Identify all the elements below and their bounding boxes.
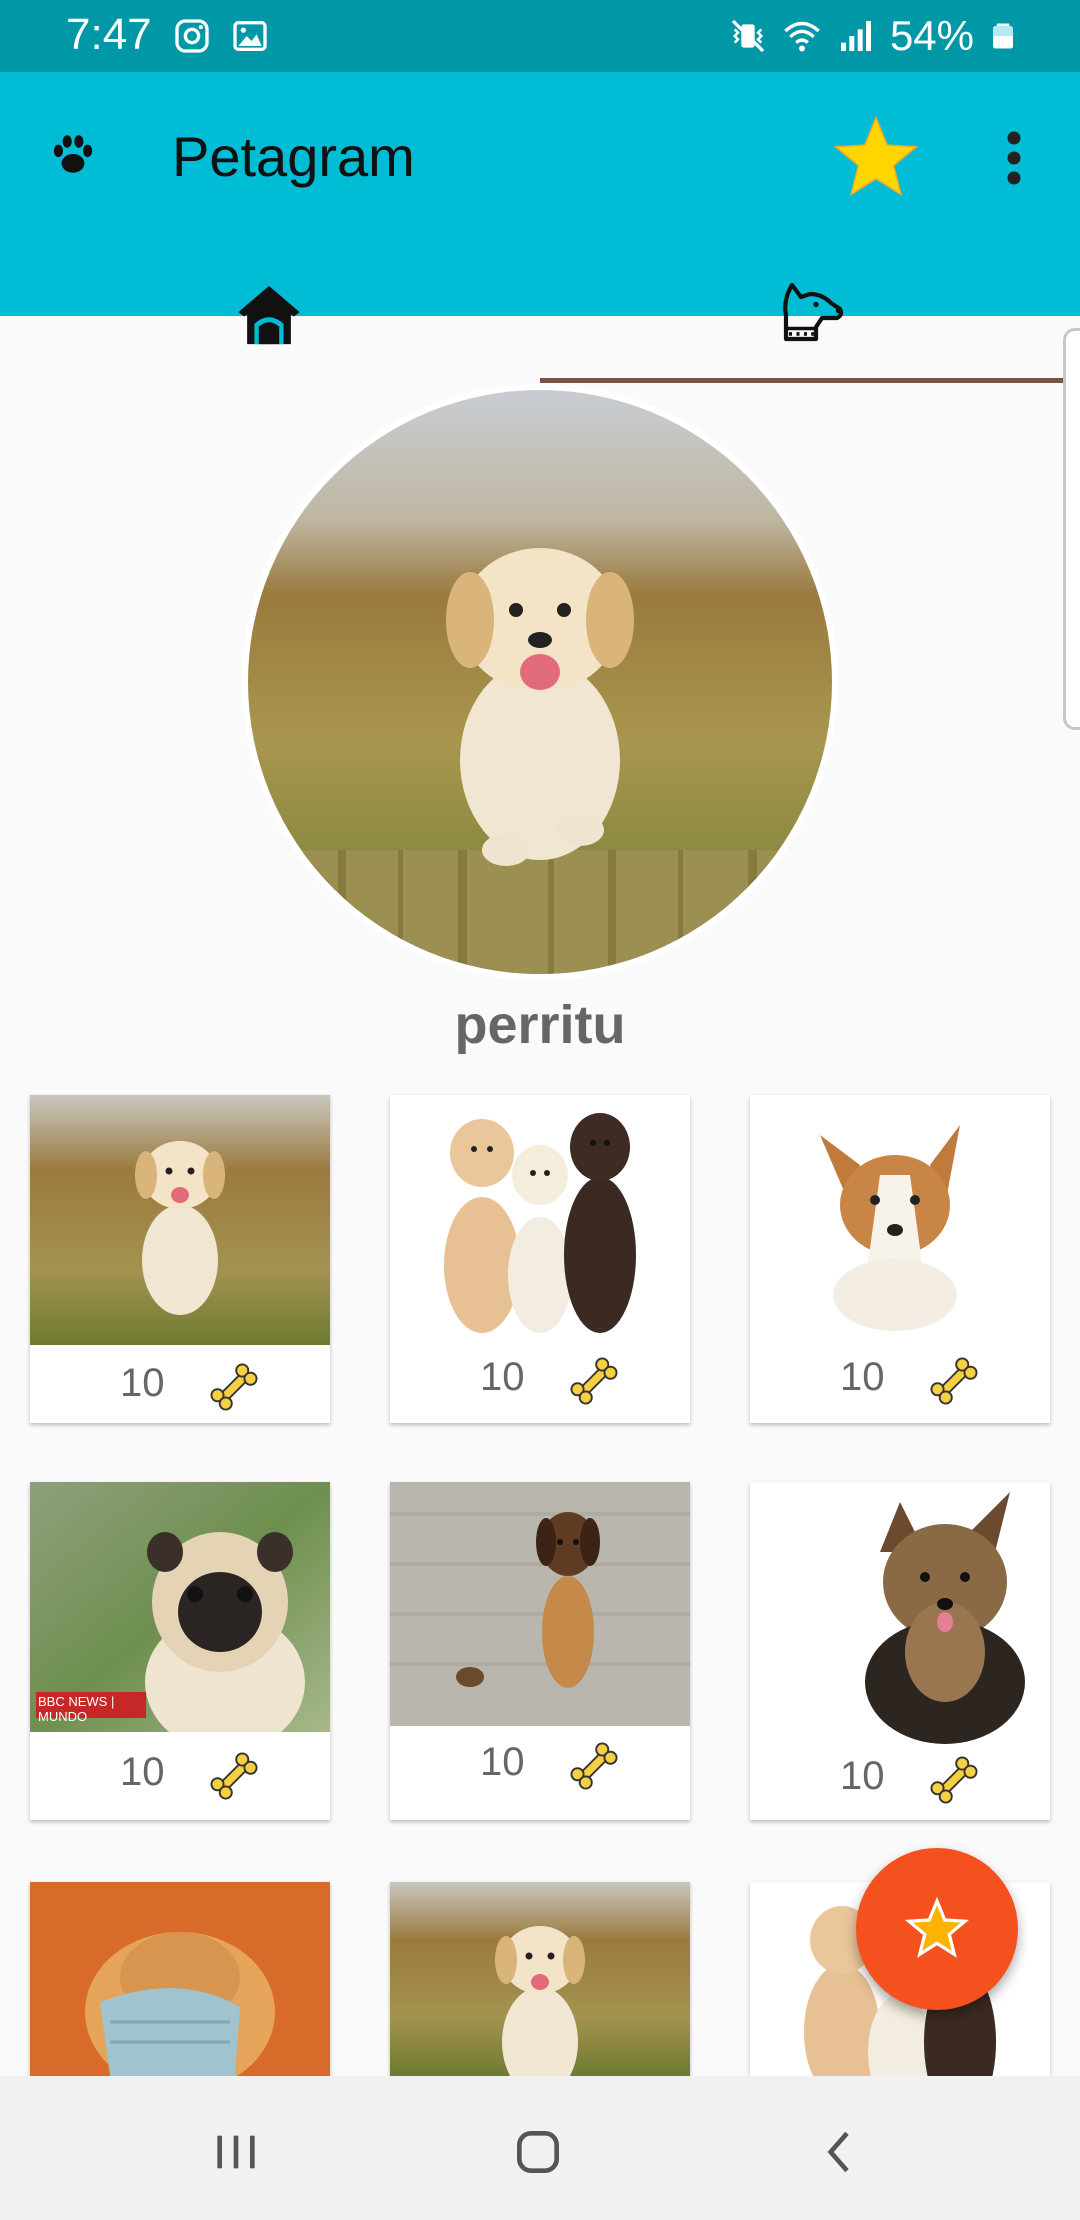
pet-photo bbox=[390, 1095, 690, 1335]
pet-card[interactable]: BBC NEWS | MUNDO 10 bbox=[30, 1482, 330, 1820]
wifi-icon bbox=[784, 21, 820, 52]
pet-card[interactable] bbox=[30, 1882, 330, 2076]
back-icon[interactable] bbox=[810, 2124, 870, 2180]
pet-card[interactable]: 10 bbox=[390, 1095, 690, 1423]
bone-icon[interactable] bbox=[206, 1748, 262, 1804]
favorites-star-icon[interactable] bbox=[830, 112, 922, 204]
pet-card[interactable]: 10 bbox=[390, 1482, 690, 1820]
pet-photo bbox=[750, 1095, 1050, 1335]
system-navigation-bar bbox=[0, 2076, 1080, 2220]
pet-photo bbox=[30, 1882, 330, 2076]
pet-card[interactable]: 10 bbox=[750, 1095, 1050, 1423]
status-notification-icons bbox=[172, 16, 270, 56]
screen: 7:47 54% Petagram perritu 10 10 10 BBC N… bbox=[0, 0, 1080, 2220]
like-count: 10 bbox=[120, 1750, 165, 1794]
pet-card-footer: 10 bbox=[750, 1335, 1050, 1423]
tab-profile[interactable] bbox=[540, 272, 1080, 388]
app-title: Petagram bbox=[172, 125, 415, 188]
signal-icon bbox=[840, 21, 871, 51]
vibrate-mute-icon bbox=[731, 19, 765, 53]
pet-card-footer: 10 bbox=[390, 1726, 690, 1820]
favorite-fab[interactable] bbox=[856, 1848, 1018, 2010]
pet-card-footer: 10 bbox=[390, 1335, 690, 1423]
tab-indicator bbox=[540, 378, 1066, 383]
battery-percent: 54% bbox=[889, 12, 974, 59]
pet-card[interactable]: 10 bbox=[30, 1095, 330, 1423]
bone-icon[interactable] bbox=[926, 1752, 982, 1808]
pet-card[interactable]: 10 bbox=[750, 1482, 1050, 1820]
pet-photo bbox=[750, 1482, 1050, 1746]
bone-icon[interactable] bbox=[566, 1738, 622, 1794]
status-system-icons: 54% bbox=[728, 12, 1018, 60]
pet-card-footer: 10 bbox=[30, 1732, 330, 1820]
like-count: 10 bbox=[120, 1361, 165, 1405]
golden-puppy-photo bbox=[248, 390, 832, 974]
like-count: 10 bbox=[840, 1355, 885, 1399]
like-count: 10 bbox=[840, 1754, 885, 1798]
photo-badge: BBC NEWS | MUNDO bbox=[38, 1694, 115, 1724]
pet-card-footer: 10 bbox=[30, 1345, 330, 1423]
tab-home[interactable] bbox=[0, 272, 540, 388]
more-vert-icon[interactable] bbox=[996, 128, 1032, 188]
bone-icon[interactable] bbox=[566, 1353, 622, 1409]
profile-photo bbox=[248, 390, 832, 974]
recents-icon[interactable] bbox=[206, 2124, 266, 2180]
dog-head-icon bbox=[783, 282, 844, 342]
bone-icon[interactable] bbox=[206, 1359, 262, 1415]
like-count: 10 bbox=[480, 1355, 525, 1399]
doghouse-icon bbox=[238, 285, 300, 345]
star-icon bbox=[905, 1897, 969, 1958]
pet-card[interactable] bbox=[390, 1882, 690, 2076]
battery-icon bbox=[993, 23, 1013, 49]
pet-photo bbox=[390, 1882, 690, 2076]
bone-icon[interactable] bbox=[926, 1353, 982, 1409]
like-count: 10 bbox=[480, 1740, 525, 1784]
pet-card-footer: 10 bbox=[750, 1746, 1050, 1820]
gallery-icon bbox=[233, 21, 267, 51]
paw-icon bbox=[53, 135, 93, 173]
pet-photo bbox=[390, 1482, 690, 1726]
status-bar: 7:47 54% bbox=[0, 0, 1080, 72]
home-button-icon[interactable] bbox=[508, 2124, 568, 2180]
profile-name: perritu bbox=[454, 995, 626, 1055]
status-time: 7:47 bbox=[66, 10, 152, 59]
edge-panel-handle[interactable] bbox=[1063, 328, 1080, 730]
pet-photo bbox=[30, 1095, 330, 1345]
instagram-icon bbox=[175, 19, 209, 53]
